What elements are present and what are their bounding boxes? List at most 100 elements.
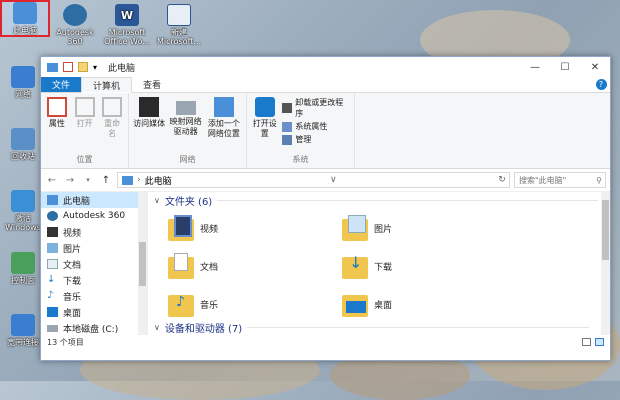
- folder-downloads[interactable]: ↓ 下载: [342, 250, 516, 282]
- folder-desktop[interactable]: 桌面: [342, 288, 516, 320]
- large-icons-view-button[interactable]: [595, 338, 604, 346]
- properties-icon: [46, 97, 67, 117]
- main-scrollbar[interactable]: [601, 192, 610, 335]
- desktop-icon-autodesk[interactable]: Autodesk 360: [52, 4, 98, 46]
- address-field[interactable]: › 此电脑 ∨ ↻: [117, 172, 510, 188]
- desktop-icon-this-pc[interactable]: 此电脑: [0, 0, 50, 37]
- section-devices[interactable]: ∨ 设备和驱动器 (7): [148, 319, 601, 335]
- download-folder-icon: ↓: [342, 251, 368, 281]
- picture-folder-icon: [342, 213, 368, 243]
- uninstall-icon: [282, 103, 293, 113]
- map-network-drive-button[interactable]: 映射网络驱动器: [169, 95, 202, 154]
- content-area: 此电脑 Autodesk 360 视频 图片 文档 ↓ 下载 ♪ 音乐 桌面 本…: [41, 191, 610, 335]
- help-icon[interactable]: ?: [592, 77, 610, 92]
- desktop-icon-new-doc[interactable]: 新建 Microsoft...: [156, 4, 202, 46]
- new-folder-quick-icon[interactable]: [78, 62, 88, 72]
- main-pane: ∨ 文件夹 (6) 视频 图片 文档 ↓ 下载 ♪ 音乐 桌面 ∨ 设备和驱动器…: [148, 192, 610, 335]
- tab-file[interactable]: 文件: [41, 77, 82, 92]
- video-icon: [47, 227, 58, 237]
- add-network-location-button[interactable]: 添加一个网络位置: [206, 95, 242, 154]
- group-label-network: 网络: [179, 155, 196, 164]
- media-icon: [139, 97, 160, 117]
- section-folders-title: 文件夹 (6): [164, 196, 213, 208]
- group-label-location: 位置: [76, 155, 93, 164]
- computer-icon: [13, 2, 37, 24]
- computer-icon: [47, 195, 58, 205]
- folder-pictures[interactable]: 图片: [342, 212, 516, 244]
- manage-icon: [282, 134, 293, 145]
- desktop-folder-icon: [342, 289, 368, 319]
- properties-quick-icon[interactable]: [63, 62, 73, 72]
- open-button[interactable]: 打开: [73, 95, 97, 154]
- address-bar-row: ← → ▾ ↑ › 此电脑 ∨ ↻ 搜索"此电脑" ⚲: [41, 169, 610, 191]
- explorer-window: ▾ 此电脑 — ☐ ✕ 文件 计算机 查看 ? 属性 打开 重命名 位置 访问媒…: [40, 56, 611, 361]
- music-icon: ♪: [47, 290, 54, 301]
- rename-button[interactable]: 重命名: [100, 95, 124, 154]
- computer-icon: [122, 175, 133, 185]
- section-folders[interactable]: ∨ 文件夹 (6): [148, 192, 610, 208]
- document-folder-icon: [168, 251, 194, 281]
- properties-button[interactable]: 属性: [45, 95, 69, 154]
- nav-item-pictures[interactable]: 图片: [41, 240, 147, 256]
- item-count: 13 个项目: [47, 337, 84, 347]
- folder-documents[interactable]: 文档: [168, 250, 342, 282]
- system-properties-button[interactable]: 系统属性: [282, 121, 350, 132]
- chevron-down-icon[interactable]: ▾: [93, 63, 97, 72]
- status-bar: 13 个项目: [41, 335, 610, 349]
- folder-music[interactable]: ♪ 音乐: [168, 288, 342, 320]
- section-devices-title: 设备和驱动器 (7): [164, 323, 243, 335]
- document-icon: [47, 259, 58, 269]
- nav-scrollbar[interactable]: [138, 192, 147, 335]
- nav-item-videos[interactable]: 视频: [41, 224, 147, 240]
- nav-item-local-disk-c[interactable]: 本地磁盘 (C:): [41, 320, 147, 335]
- search-input[interactable]: 搜索"此电脑" ⚲: [514, 172, 606, 188]
- window-title: 此电脑: [108, 63, 136, 74]
- refresh-icon[interactable]: ↻: [495, 175, 509, 185]
- tab-computer[interactable]: 计算机: [81, 77, 133, 93]
- ribbon-group-location: 属性 打开 重命名 位置: [41, 93, 129, 168]
- broadband-icon: [11, 314, 35, 336]
- desktop-icon: [47, 307, 58, 317]
- autodesk-icon: [63, 4, 87, 26]
- network-icon: [11, 66, 35, 88]
- nav-item-downloads[interactable]: ↓ 下载: [41, 272, 147, 288]
- address-path: 此电脑: [144, 176, 172, 187]
- folder-grid: 视频 图片 文档 ↓ 下载 ♪ 音乐 桌面: [148, 208, 610, 320]
- nav-item-documents[interactable]: 文档: [41, 256, 147, 272]
- download-icon: ↓: [47, 274, 56, 285]
- close-button[interactable]: ✕: [580, 57, 610, 77]
- nav-scrollbar-thumb[interactable]: [139, 242, 146, 286]
- music-folder-icon: ♪: [168, 289, 194, 319]
- uninstall-program-button[interactable]: 卸载或更改程序: [282, 97, 350, 119]
- gear-icon: [254, 97, 275, 117]
- recent-locations-button[interactable]: ▾: [81, 176, 95, 184]
- drive-icon: [47, 324, 58, 332]
- back-button[interactable]: ←: [45, 175, 59, 186]
- maximize-button[interactable]: ☐: [550, 57, 580, 77]
- word-icon: W: [115, 4, 139, 26]
- computer-icon: [47, 62, 58, 72]
- nav-item-desktop[interactable]: 桌面: [41, 304, 147, 320]
- access-media-button[interactable]: 访问媒体: [133, 95, 165, 154]
- manage-button[interactable]: 管理: [282, 134, 350, 145]
- control-panel-icon: [11, 252, 35, 274]
- video-folder-icon: [168, 213, 194, 243]
- main-scrollbar-thumb[interactable]: [602, 200, 609, 260]
- folder-videos[interactable]: 视频: [168, 212, 342, 244]
- autodesk-icon: [47, 211, 58, 221]
- nav-item-music[interactable]: ♪ 音乐: [41, 288, 147, 304]
- rename-icon: [102, 97, 123, 117]
- desktop-icon-word[interactable]: W Microsoft Office Wo...: [104, 4, 150, 46]
- up-button[interactable]: ↑: [99, 175, 113, 186]
- forward-button[interactable]: →: [63, 175, 77, 186]
- open-settings-button[interactable]: 打开设置: [251, 95, 278, 154]
- network-drive-icon: [175, 101, 196, 115]
- nav-item-this-pc[interactable]: 此电脑: [41, 192, 147, 208]
- open-icon: [74, 97, 95, 117]
- windows-logo-icon: [11, 190, 35, 212]
- nav-item-autodesk-360[interactable]: Autodesk 360: [41, 208, 147, 224]
- details-view-button[interactable]: [582, 338, 591, 346]
- minimize-button[interactable]: —: [520, 57, 550, 77]
- tab-view[interactable]: 查看: [132, 77, 172, 92]
- address-dropdown-icon[interactable]: ∨: [326, 175, 340, 185]
